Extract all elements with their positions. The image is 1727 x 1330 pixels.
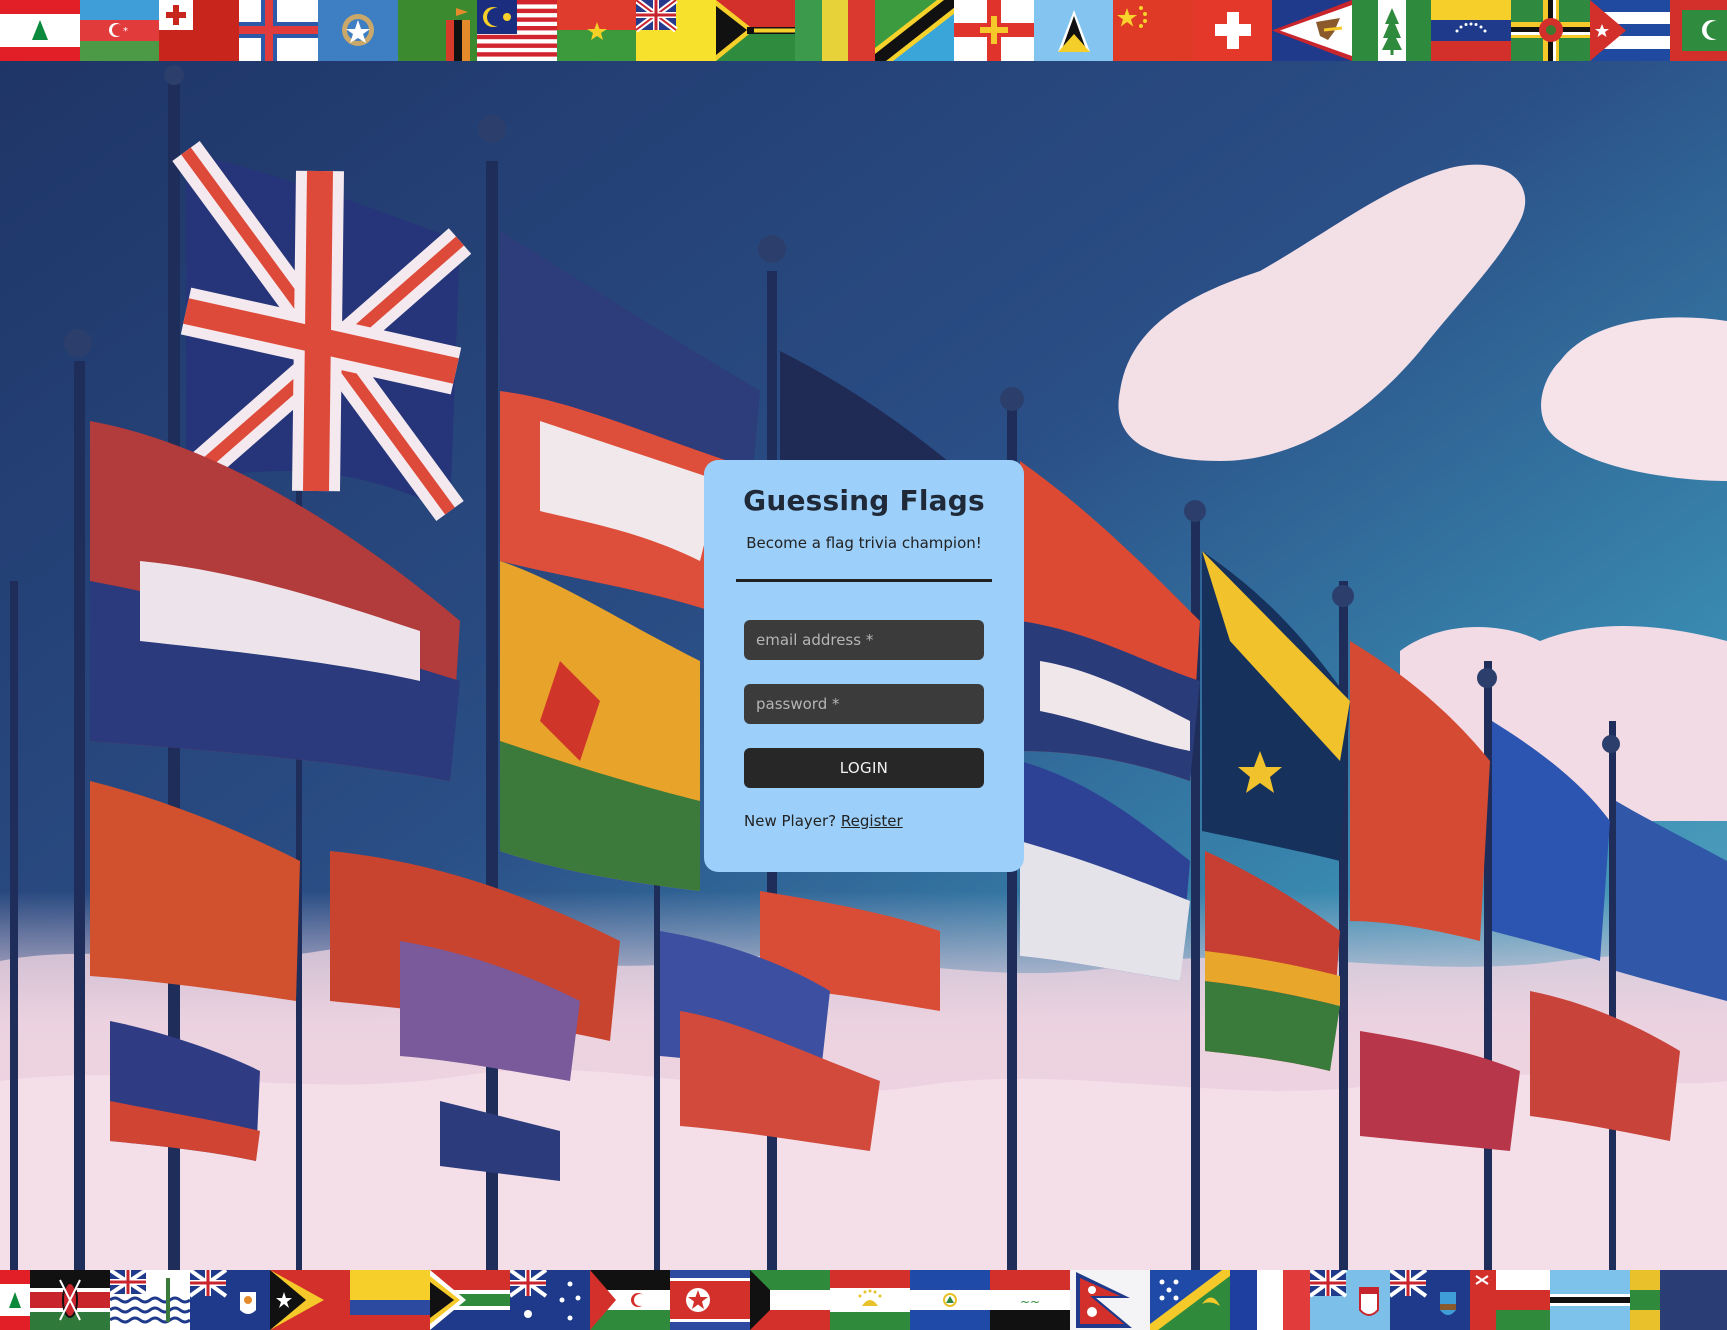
botswana-flag-icon	[1550, 1270, 1630, 1330]
tanzania-flag-icon	[874, 0, 954, 61]
tajikistan-flag-icon	[830, 1270, 910, 1330]
anguilla-flag-icon	[190, 1270, 270, 1330]
oman-flag-icon	[1470, 1270, 1550, 1330]
western-sahara-flag-icon	[590, 1270, 670, 1330]
china-flag-icon	[1113, 0, 1193, 61]
kenya-flag-icon	[30, 1270, 110, 1330]
title-divider	[736, 579, 992, 582]
saint-lucia-flag-icon	[1033, 0, 1113, 61]
kuwait-flag-icon	[750, 1270, 830, 1330]
iraq-flag-icon: ~~	[990, 1270, 1070, 1330]
guernsey-flag-icon	[954, 0, 1034, 61]
malaysia-flag-icon	[477, 0, 557, 61]
zambia-flag-icon	[397, 0, 477, 61]
guinea-flag-icon	[795, 0, 875, 61]
el-salvador-flag-icon	[910, 1270, 990, 1330]
svg-text:*: *	[123, 26, 128, 37]
app-title: Guessing Flags	[743, 484, 985, 517]
france-flag-icon	[1230, 1270, 1310, 1330]
faroe-islands-flag-icon	[238, 0, 318, 61]
register-prompt: New Player? Register	[744, 812, 903, 830]
app-subtitle: Become a flag trivia champion!	[746, 534, 982, 552]
vanuatu-flag-icon	[715, 0, 795, 61]
northern-mariana-islands-flag-icon	[318, 0, 398, 61]
switzerland-flag-icon	[1192, 0, 1272, 61]
email-field[interactable]	[744, 620, 984, 660]
dominica-flag-icon	[1510, 0, 1590, 61]
nepal-flag-icon	[1070, 1270, 1150, 1330]
partial-flag-icon	[1630, 1270, 1660, 1330]
bottom-flag-banner: ~~	[0, 1270, 1727, 1330]
top-flag-banner: *	[0, 0, 1727, 61]
login-button[interactable]: LOGIN	[744, 748, 984, 788]
azerbaijan-flag-icon: *	[79, 0, 159, 61]
venezuela-flag-icon	[1431, 0, 1511, 61]
south-africa-flag-icon	[430, 1270, 510, 1330]
montserrat-flag-icon	[1390, 1270, 1470, 1330]
north-korea-flag-icon	[670, 1270, 750, 1330]
british-indian-ocean-territory-flag-icon	[110, 1270, 190, 1330]
norfolk-island-flag-icon	[1351, 0, 1431, 61]
svg-text:~~: ~~	[1020, 1295, 1040, 1309]
password-field[interactable]	[744, 684, 984, 724]
lebanon-flag-icon	[0, 0, 80, 61]
register-link[interactable]: Register	[841, 812, 903, 830]
montserrat-flag-icon	[636, 0, 716, 61]
colombia-flag-icon	[350, 1270, 430, 1330]
burkina-faso-flag-icon	[556, 0, 636, 61]
australia-flag-icon	[510, 1270, 590, 1330]
login-card: Guessing Flags Become a flag trivia cham…	[704, 460, 1024, 872]
solomon-islands-flag-icon	[1150, 1270, 1230, 1330]
lebanon-flag-icon	[0, 1270, 30, 1330]
fiji-flag-icon	[1310, 1270, 1390, 1330]
timor-leste-flag-icon	[270, 1270, 350, 1330]
maldives-flag-icon	[1669, 0, 1727, 61]
tonga-flag-icon	[159, 0, 239, 61]
new-player-text: New Player?	[744, 812, 837, 830]
american-samoa-flag-icon	[1272, 0, 1352, 61]
cuba-flag-icon	[1590, 0, 1670, 61]
